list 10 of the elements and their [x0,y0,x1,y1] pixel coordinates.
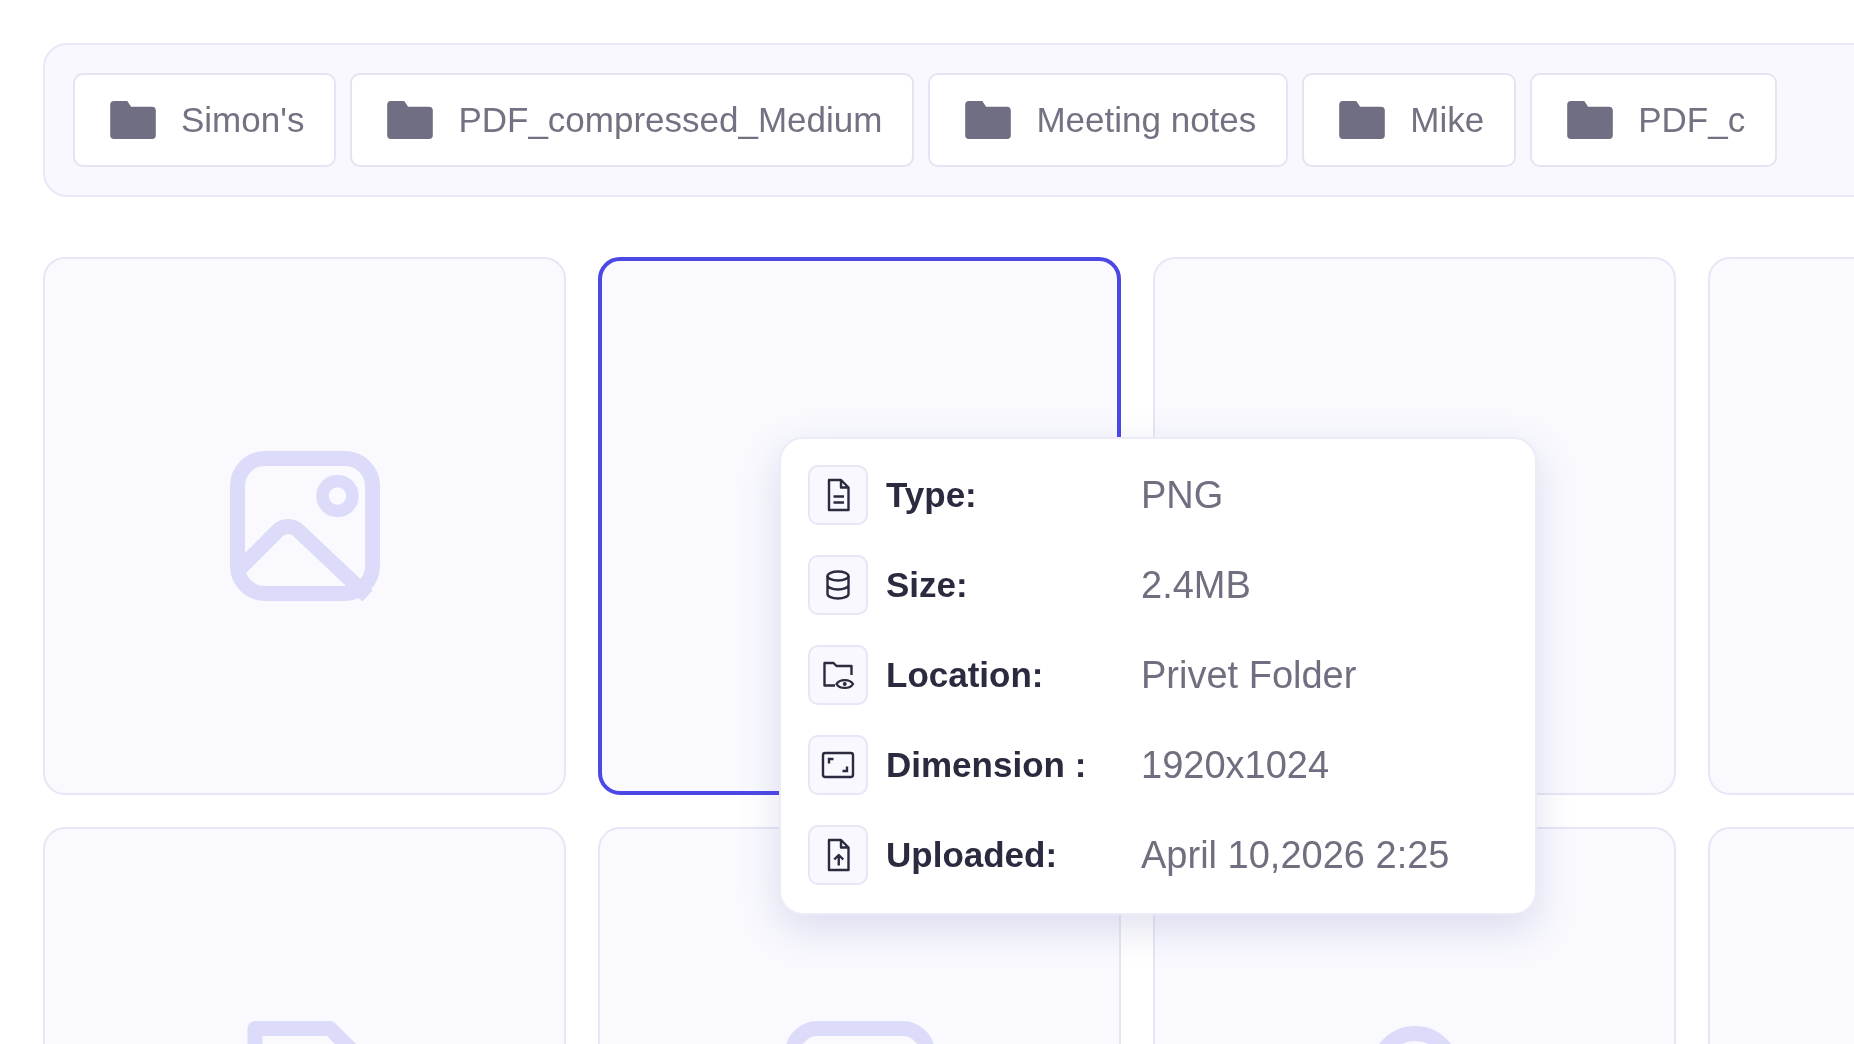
detail-value: 1920x1024 [1141,743,1330,787]
detail-label: Type: [885,475,978,515]
detail-value: 2.4MB [1141,563,1251,607]
detail-label: Dimension : [885,745,1088,785]
detail-label: Location: [885,655,1045,695]
detail-label: Uploaded: [885,835,1059,875]
detail-value: Privet Folder [1141,653,1357,697]
detail-value: April 10,2026 2:25 [1141,833,1450,877]
detail-value: PNG [1141,473,1224,517]
detail-label: Size: [885,565,969,605]
